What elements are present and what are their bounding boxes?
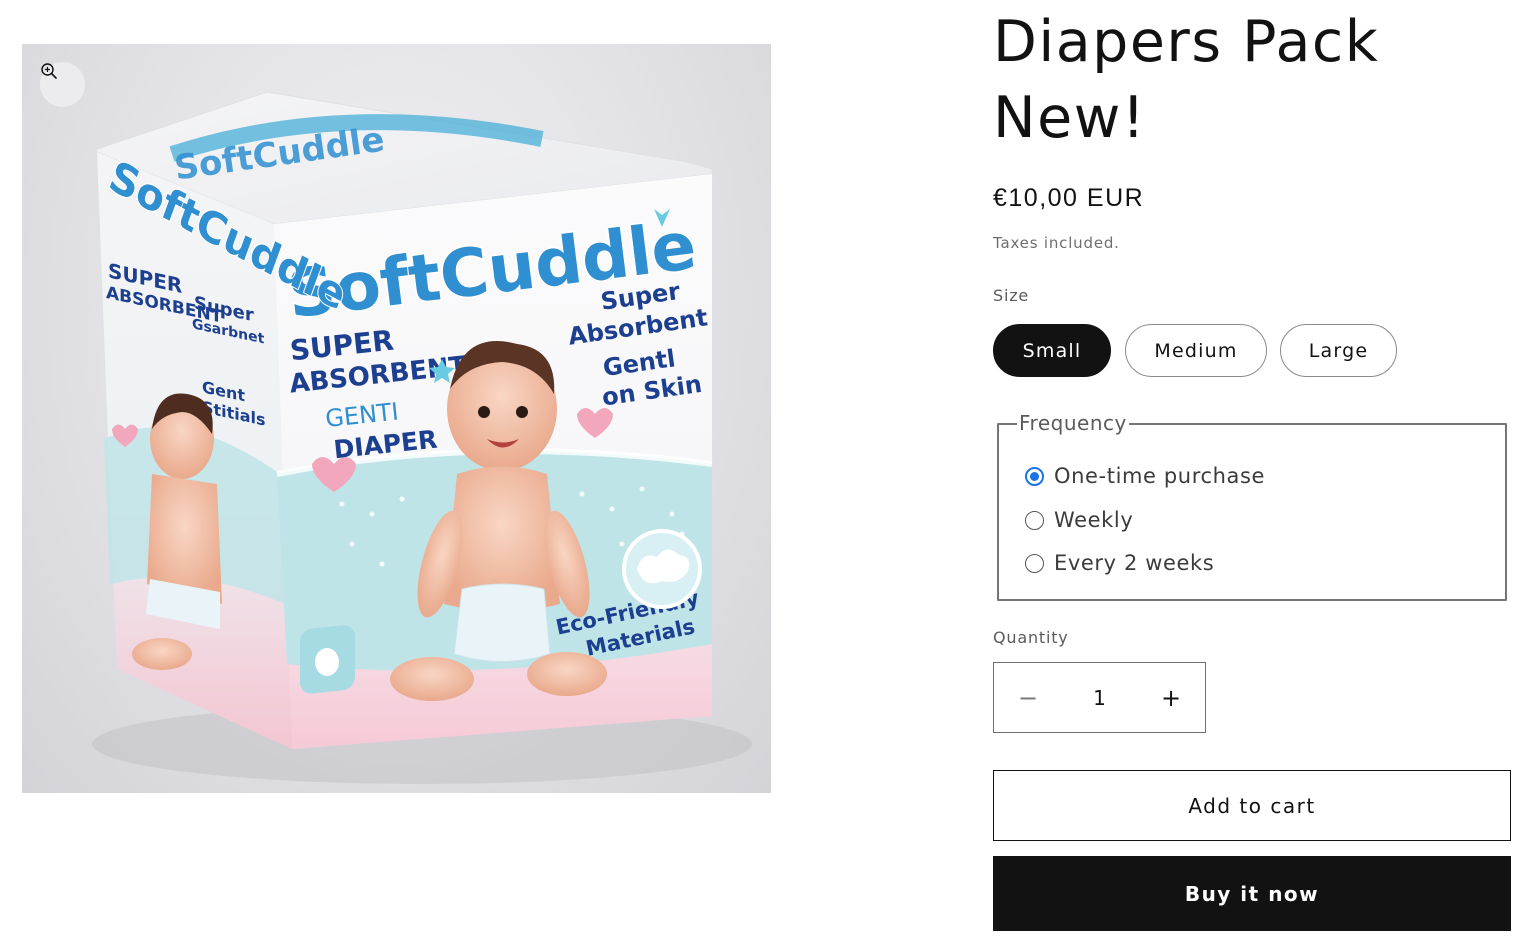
frequency-option-label: Every 2 weeks <box>1054 551 1215 575</box>
size-option-small[interactable]: Small <box>993 324 1111 377</box>
diaper-box-illustration: SoftCuddle SoftCuddle SoftCuddle SUPER A… <box>92 91 752 784</box>
frequency-fieldset: Frequency One-time purchase Weekly Every… <box>997 411 1507 601</box>
quantity-input[interactable] <box>1062 663 1137 732</box>
add-to-cart-button[interactable]: Add to cart <box>993 770 1511 841</box>
quantity-stepper: − + <box>993 662 1206 733</box>
product-page: SoftCuddle SoftCuddle SoftCuddle SUPER A… <box>0 0 1540 943</box>
product-price: €10,00 EUR <box>993 184 1145 212</box>
zoom-button[interactable] <box>40 62 85 107</box>
frequency-option-every-2-weeks[interactable]: Every 2 weeks <box>1025 550 1214 576</box>
frequency-option-label: Weekly <box>1054 508 1134 532</box>
frequency-option-one-time[interactable]: One-time purchase <box>1025 463 1265 489</box>
product-title: Diapers Pack New! <box>993 4 1513 156</box>
size-option-large[interactable]: Large <box>1280 324 1397 377</box>
frequency-legend: Frequency <box>1017 411 1129 435</box>
buy-it-now-button[interactable]: Buy it now <box>993 856 1511 931</box>
product-title-line-1: Diapers Pack <box>993 9 1380 75</box>
radio-button-selected[interactable] <box>1025 466 1044 486</box>
tax-note: Taxes included. <box>993 234 1120 252</box>
size-option-medium[interactable]: Medium <box>1125 324 1267 377</box>
quantity-increase-button[interactable]: + <box>1137 663 1205 732</box>
product-image[interactable]: SoftCuddle SoftCuddle SoftCuddle SUPER A… <box>22 44 771 793</box>
size-label: Size <box>993 286 1030 305</box>
radio-button[interactable] <box>1025 553 1044 573</box>
frequency-option-label: One-time purchase <box>1054 464 1266 488</box>
product-title-line-2: New! <box>993 85 1147 151</box>
quantity-decrease-button[interactable]: − <box>994 663 1062 732</box>
quantity-label: Quantity <box>993 628 1069 647</box>
frequency-option-weekly[interactable]: Weekly <box>1025 507 1133 533</box>
radio-button[interactable] <box>1025 510 1044 530</box>
